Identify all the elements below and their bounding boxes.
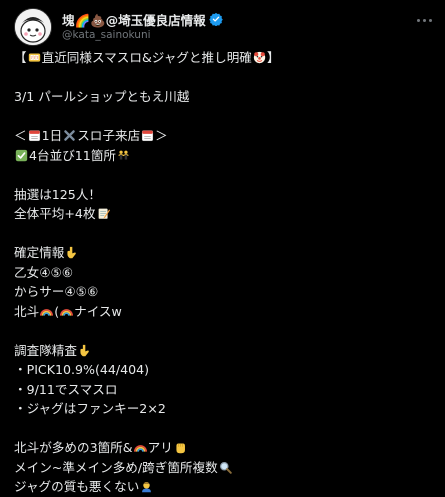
text-segment: 】 — [266, 50, 280, 65]
text-segment: 確定情報 — [14, 245, 65, 260]
text-segment: 4台並び11箇所 — [29, 147, 117, 163]
svg-text:7: 7 — [30, 56, 32, 60]
text-segment: 【 — [14, 50, 27, 65]
calendar-icon — [28, 130, 40, 142]
raised-fist-icon — [176, 443, 185, 454]
tweet-text: 【 777 直近同様スマスロ&ジャグと推し明確 】 3/1 パールショップともえ… — [14, 48, 434, 497]
text-line-12: ・PICK10.9%(44/404) — [14, 360, 434, 380]
display-name[interactable]: 塊🌈💩@埼玉優良店情報 — [62, 10, 206, 29]
avatar[interactable] — [14, 8, 52, 46]
avatar-character-icon — [15, 9, 51, 45]
text-segment: メイン~準メイン多め/跨ぎ箇所複数 — [14, 459, 218, 475]
user-handle[interactable]: @kata_sainokuni — [62, 29, 223, 41]
pointing-down-icon — [67, 247, 77, 259]
text-segment: ・9/11でスマスロ — [14, 381, 118, 397]
person-bowing-icon — [142, 482, 152, 493]
text-segment: 抽選は125人！ — [14, 186, 102, 202]
calendar-icon — [142, 130, 154, 142]
text-segment: 3/1 パールショップともえ川越 — [14, 89, 190, 104]
text-line-15: 北斗が多めの3箇所& アリ — [14, 438, 434, 458]
text-segment: スロ子来店 — [77, 128, 141, 143]
pointing-down-icon — [80, 344, 89, 356]
text-segment: ( — [54, 303, 60, 319]
text-segment: 1日 — [41, 128, 63, 143]
slot-machine-icon: 777 — [28, 53, 40, 62]
more-options-icon[interactable] — [413, 12, 435, 28]
text-line-3: ＜ 1日 スロ子来店 ＞ — [14, 126, 434, 146]
text-line-8: 乙女④⑤⑥ — [14, 263, 434, 283]
dancing-people-icon — [118, 150, 129, 160]
rainbow-icon — [60, 308, 74, 316]
text-line-10: 北斗 ( ナイスw — [14, 302, 434, 322]
magnifying-glass-icon — [219, 461, 232, 474]
text-segment: ナイスw — [74, 303, 122, 319]
verified-badge-icon — [208, 12, 223, 26]
text-line-1: 【 777 直近同様スマスロ&ジャグと推し明確 】 — [14, 48, 434, 68]
svg-text:7: 7 — [36, 56, 38, 60]
tweet-header: 塊🌈💩@埼玉優良店情報 @kata_sainokuni — [14, 8, 223, 46]
text-segment: ・PICK10.9%(44/404) — [14, 362, 150, 377]
text-line-4: 4台並び11箇所 — [14, 146, 434, 166]
clown-face-icon — [253, 52, 266, 64]
text-line-16: メイン~準メイン多め/跨ぎ箇所複数 — [14, 458, 434, 478]
cross-mark-icon — [64, 130, 75, 142]
author-names: 塊🌈💩@埼玉優良店情報 @kata_sainokuni — [62, 10, 223, 41]
text-line-11: 調査隊精査 — [14, 341, 434, 361]
text-segment: 全体平均+4枚 — [14, 206, 96, 221]
check-mark-icon — [15, 149, 28, 161]
text-segment: 乙女④⑤⑥ — [14, 264, 74, 280]
rainbow-icon — [133, 445, 147, 453]
text-segment: アリ — [147, 440, 173, 455]
text-segment: ・ジャグはファンキー2×2 — [14, 401, 166, 416]
text-line-2: 3/1 パールショップともえ川越 — [14, 87, 434, 107]
text-segment: 北斗が多めの3箇所& — [14, 440, 133, 455]
text-segment: ＜ — [14, 128, 27, 143]
rainbow-icon — [40, 308, 54, 316]
text-line-9: からサー④⑤⑥ — [14, 282, 434, 302]
text-line-5: 抽選は125人！ — [14, 185, 434, 205]
text-line-14: ・ジャグはファンキー2×2 — [14, 399, 434, 419]
text-segment: 調査隊精査 — [14, 342, 77, 358]
memo-icon — [98, 208, 110, 220]
text-line-7: 確定情報 — [14, 243, 434, 263]
text-line-13: ・9/11でスマスロ — [14, 380, 434, 400]
text-line-6: 全体平均+4枚 — [14, 204, 434, 224]
text-segment: 北斗 — [14, 303, 40, 319]
text-segment: ＞ — [155, 128, 168, 143]
svg-text:7: 7 — [33, 56, 35, 60]
tweet-card: 塊🌈💩@埼玉優良店情報 @kata_sainokuni 【 777 直近同様スマ… — [0, 0, 445, 494]
text-segment: 直近同様スマスロ&ジャグと推し明確 — [41, 50, 252, 65]
text-segment: からサー④⑤⑥ — [14, 284, 99, 299]
